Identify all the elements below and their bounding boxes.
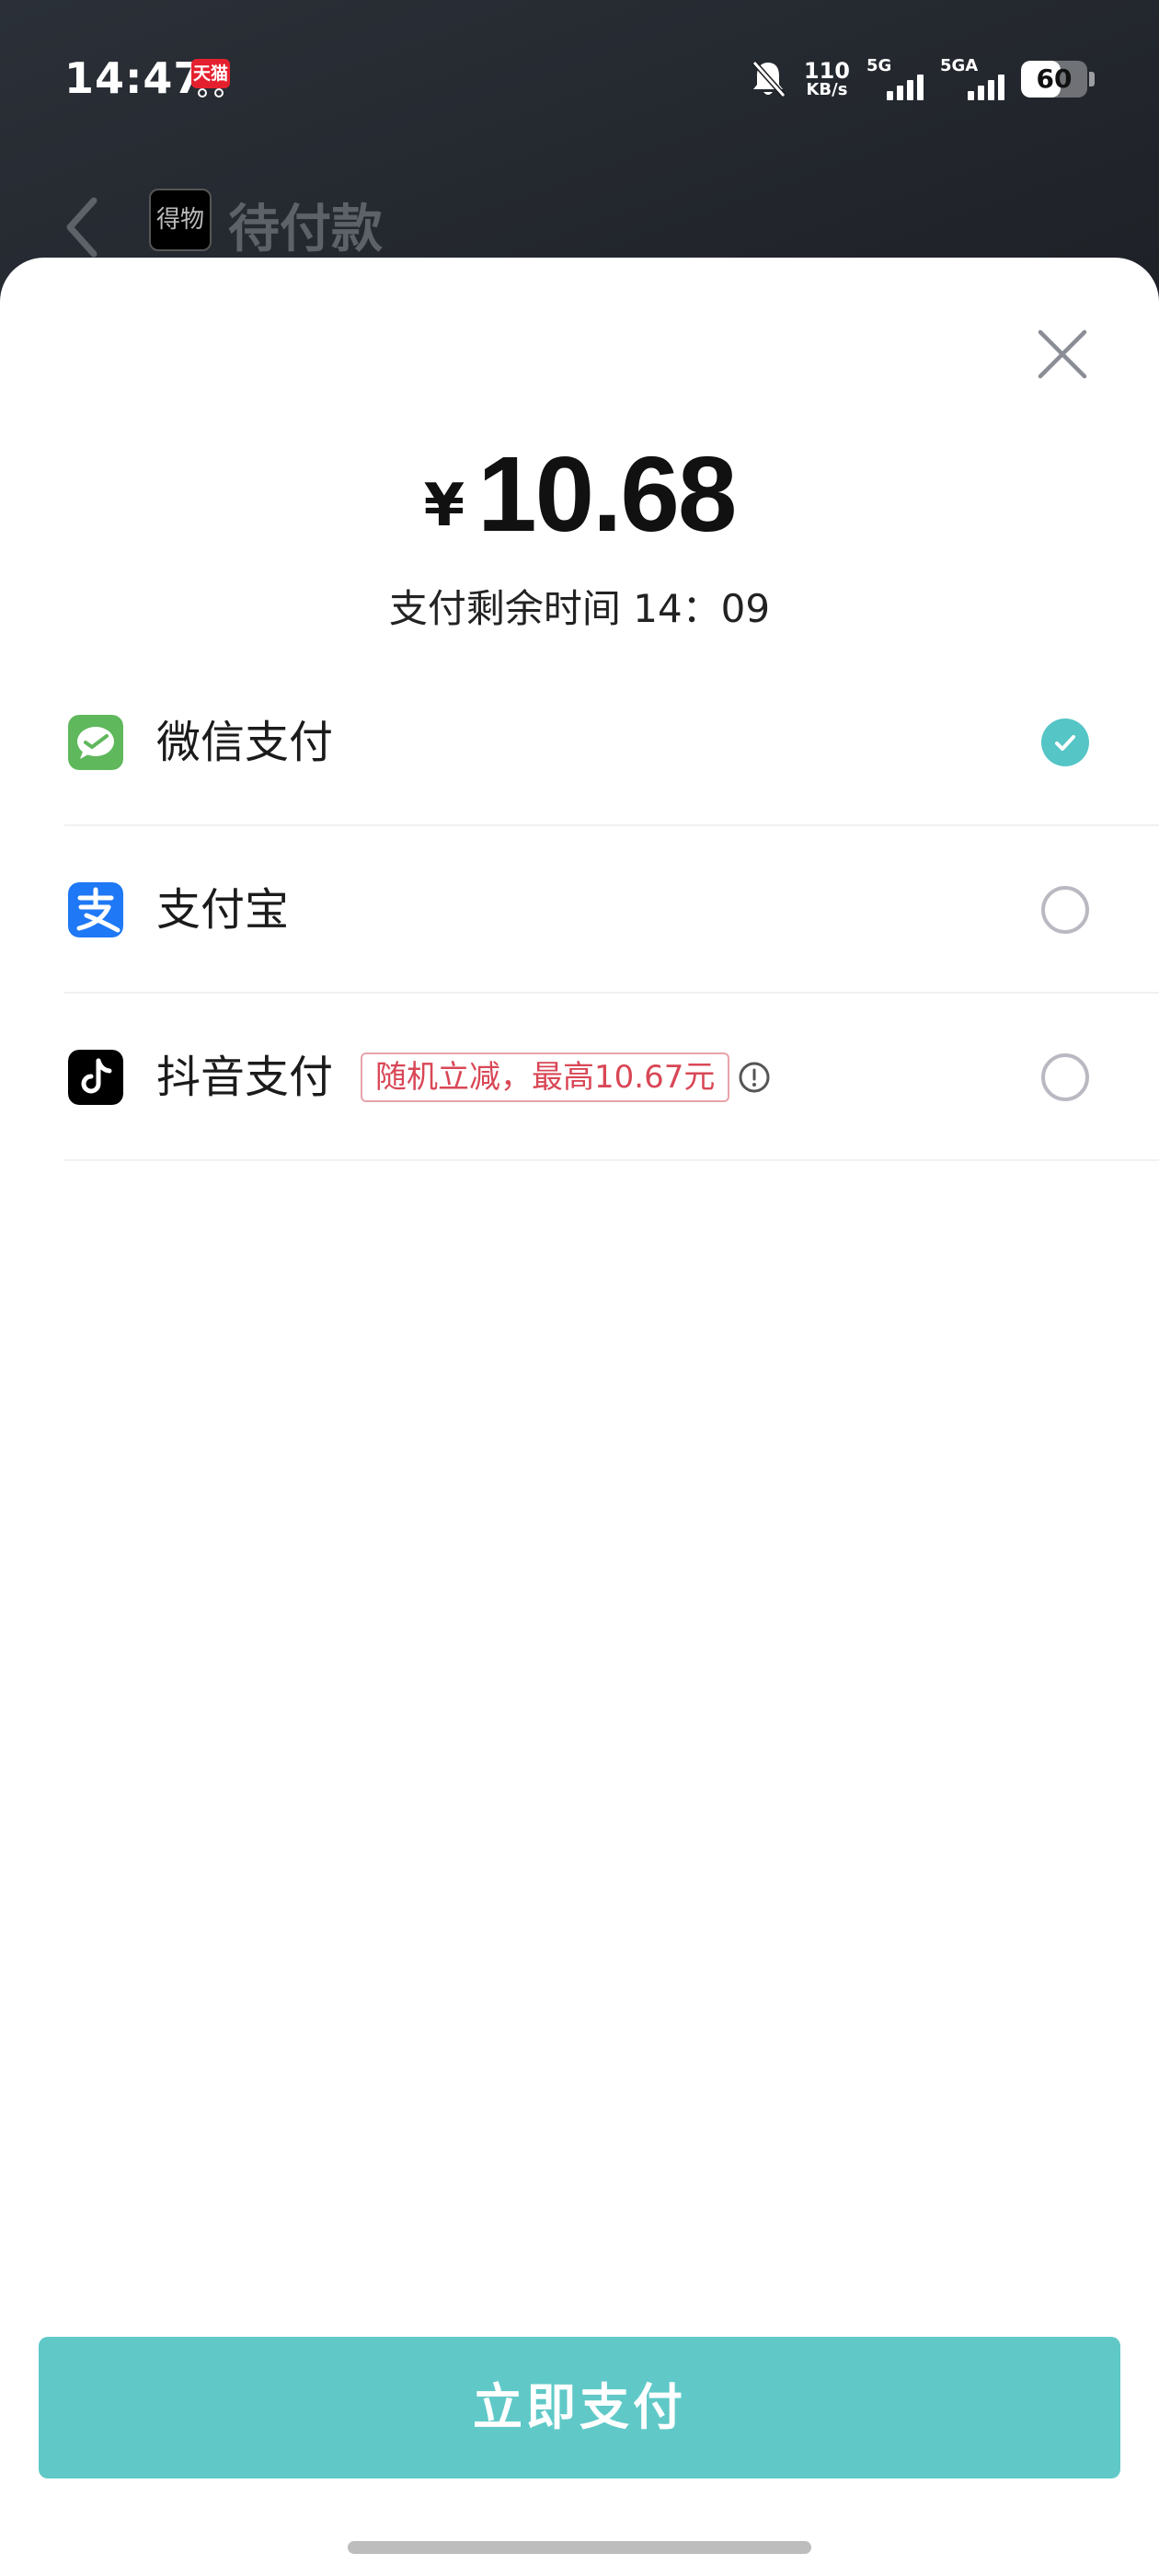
battery-level: 60 [1036,63,1073,94]
payment-method-label: 微信支付 [156,717,334,768]
close-icon[interactable] [1035,327,1090,382]
radio-unselected[interactable] [1041,886,1089,934]
tmall-eyes-icon [198,88,224,98]
info-icon[interactable] [738,1061,771,1094]
pay-now-button[interactable]: 立即支付 [39,2337,1120,2478]
radio-selected[interactable] [1041,719,1089,766]
home-indicator[interactable] [348,2541,811,2554]
payment-amount: ¥10.68 [0,432,1159,556]
network-speed-unit: KB/s [806,80,848,99]
payment-methods-list: 微信支付 支付宝 抖音支付 随机立减，最高10.67元 [64,659,1159,1161]
background-page-header: 得物 待付款 [0,175,1159,267]
status-bar: 14:47 天猫 110 KB/s 5G 5GA 60 [0,0,1159,156]
sim1-signal: 5G [866,56,924,102]
network-speed-value: 110 [803,58,850,84]
network-speed: 110 KB/s [804,60,850,98]
tmall-notification-icon: 天猫 [191,59,230,88]
payment-method-douyin[interactable]: 抖音支付 随机立减，最高10.67元 [64,994,1159,1161]
sim2-label: 5GA [940,56,979,75]
douyin-pay-icon [68,1050,123,1105]
check-icon [1055,735,1075,751]
sim2-signal: 5GA [940,56,1004,102]
wechat-pay-icon [68,715,123,770]
status-indicators: 110 KB/s 5G 5GA 60 [749,53,1095,105]
payment-countdown: 支付剩余时间 14：09 [388,586,771,631]
payment-method-label: 抖音支付 [156,1052,334,1103]
battery-icon: 60 [1021,61,1087,98]
background-page-title: 待付款 [228,200,383,259]
promo-tag: 随机立减，最高10.67元 [361,1052,730,1102]
signal-bars-icon [887,75,924,100]
amount-value: 10.68 [477,434,737,554]
payment-screen: 14:47 天猫 110 KB/s 5G 5GA 60 得物 待付款 ¥ 10.… [0,0,1159,2576]
payment-method-label: 支付宝 [156,884,290,936]
sim1-label: 5G [866,56,892,75]
battery-tip [1089,72,1095,86]
currency-symbol: ¥ [423,472,465,540]
status-time: 14:47 [64,53,204,103]
alipay-icon [68,882,123,937]
payment-sheet: ¥10.68 支付剩余时间 14：09 微信支付 支付宝 抖音支付 随机立减，最… [0,258,1159,2576]
back-arrow-icon[interactable] [61,195,107,259]
radio-unselected[interactable] [1041,1053,1089,1101]
payment-method-alipay[interactable]: 支付宝 [64,826,1159,994]
shop-logo: 得物 [149,189,212,251]
signal-bars-icon [968,75,1004,100]
payment-method-wechat[interactable]: 微信支付 [64,659,1159,826]
bell-muted-icon [752,61,786,98]
